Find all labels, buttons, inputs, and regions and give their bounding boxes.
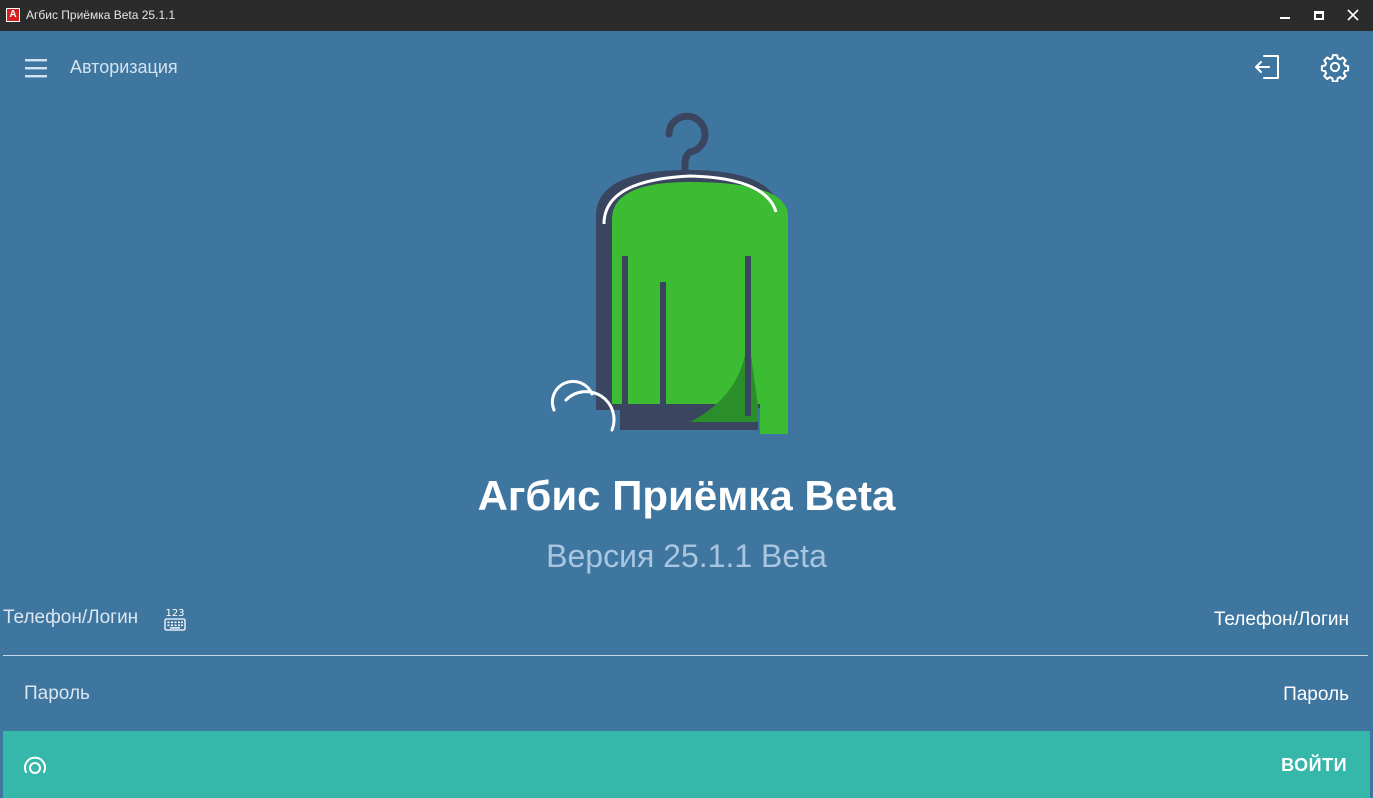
field-divider	[3, 655, 1368, 656]
numeric-keyboard-icon[interactable]: 123	[162, 606, 188, 632]
password-input[interactable]	[700, 679, 1351, 711]
minimize-icon[interactable]	[1268, 0, 1302, 31]
login-label: Телефон/Логин	[3, 607, 139, 628]
window-titlebar: A Агбис Приёмка Beta 25.1.1	[0, 0, 1373, 31]
password-label: Пароль	[24, 683, 90, 704]
keyboard-icon-text: 123	[165, 608, 184, 619]
app-name: Агбис Приёмка Beta	[477, 472, 896, 519]
app-version: Версия 25.1.1 Beta	[546, 538, 827, 574]
login-button[interactable]: ВОЙТИ	[3, 731, 1370, 798]
login-input[interactable]	[700, 604, 1351, 636]
settings-icon[interactable]	[1320, 52, 1350, 83]
exit-icon[interactable]	[1252, 52, 1282, 82]
fingerprint-icon[interactable]	[21, 753, 49, 781]
app-icon: A	[6, 8, 20, 22]
window-title: Агбис Приёмка Beta 25.1.1	[26, 8, 176, 22]
menu-icon[interactable]	[24, 56, 48, 80]
login-button-label: ВОЙТИ	[1281, 755, 1347, 775]
page-title: Авторизация	[70, 57, 178, 77]
close-icon[interactable]	[1336, 0, 1370, 31]
maximize-icon[interactable]	[1302, 0, 1336, 31]
app-logo	[540, 104, 800, 444]
